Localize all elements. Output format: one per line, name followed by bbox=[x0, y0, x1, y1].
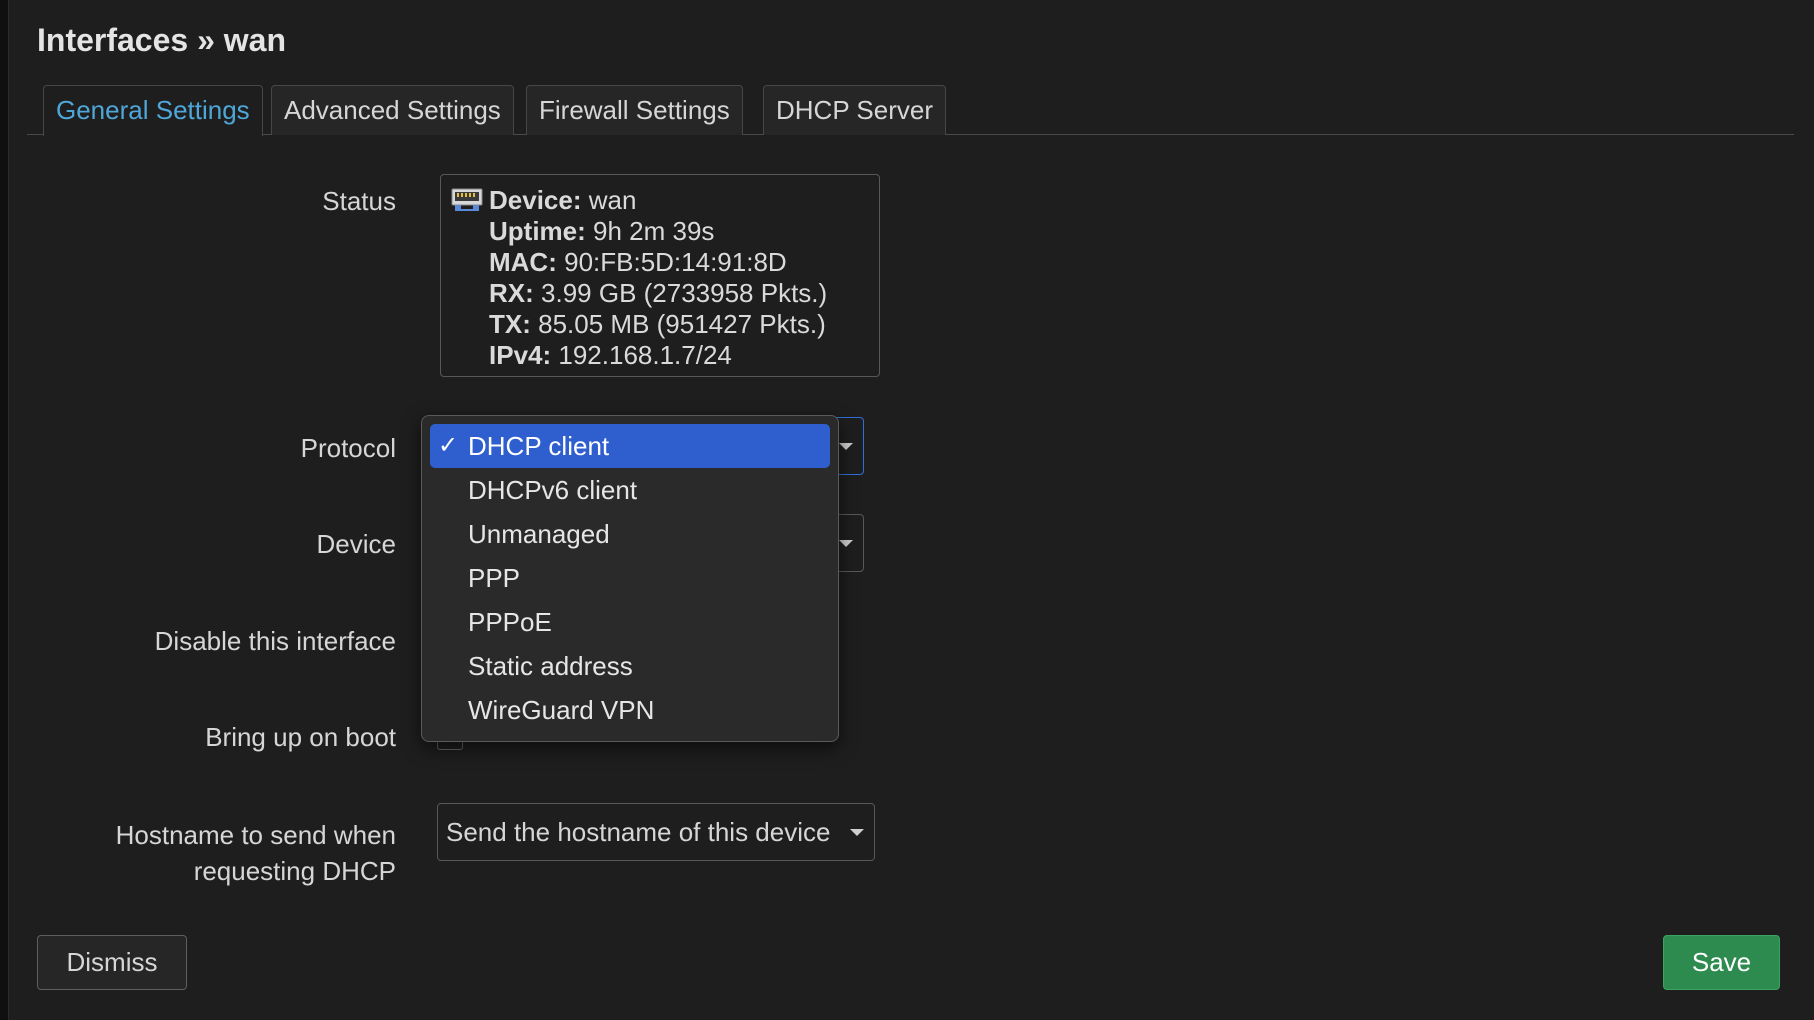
save-button[interactable]: Save bbox=[1663, 935, 1780, 990]
dialog-title: Interfaces » wan bbox=[37, 22, 286, 58]
status-mac: MAC: 90:FB:5D:14:91:8D bbox=[489, 247, 787, 277]
tab-firewall-settings[interactable]: Firewall Settings bbox=[526, 85, 743, 135]
tab-general-settings[interactable]: General Settings bbox=[43, 85, 263, 136]
device-label: Device bbox=[316, 529, 396, 559]
interface-dialog: Interfaces » wan General Settings Advanc… bbox=[8, 0, 1814, 1020]
protocol-option-static-address[interactable]: Static address bbox=[430, 644, 830, 688]
protocol-option-dhcpv6-client[interactable]: DHCPv6 client bbox=[430, 468, 830, 512]
hostname-label: Hostname to send when requesting DHCP bbox=[115, 820, 396, 886]
status-rx: RX: 3.99 GB (2733958 Pkts.) bbox=[489, 278, 828, 308]
chevron-down-icon bbox=[839, 540, 853, 547]
dismiss-button[interactable]: Dismiss bbox=[37, 935, 187, 990]
ethernet-port-icon bbox=[451, 188, 483, 211]
bring-up-on-boot-label: Bring up on boot bbox=[205, 722, 396, 752]
status-label: Status bbox=[322, 186, 396, 216]
status-tx: TX: 85.05 MB (951427 Pkts.) bbox=[489, 309, 826, 339]
chevron-down-icon bbox=[839, 443, 853, 450]
protocol-option-ppp[interactable]: PPP bbox=[430, 556, 830, 600]
protocol-option-pppoe[interactable]: PPPoE bbox=[430, 600, 830, 644]
protocol-option-wireguard-vpn[interactable]: WireGuard VPN bbox=[430, 688, 830, 732]
protocol-option-unmanaged[interactable]: Unmanaged bbox=[430, 512, 830, 556]
protocol-label: Protocol bbox=[300, 433, 396, 463]
hostname-select-value: Send the hostname of this device bbox=[446, 817, 831, 847]
checkmark-icon: ✓ bbox=[438, 432, 459, 459]
chevron-down-icon bbox=[850, 829, 864, 836]
disable-interface-label: Disable this interface bbox=[154, 626, 396, 656]
status-device: Device: wan bbox=[489, 185, 637, 215]
protocol-dropdown-menu: ✓ DHCP client DHCPv6 client Unmanaged PP… bbox=[421, 415, 839, 742]
tab-bar: General Settings Advanced Settings Firew… bbox=[27, 85, 1794, 136]
status-ipv4: IPv4: 192.168.1.7/24 bbox=[489, 340, 732, 370]
status-uptime: Uptime: 9h 2m 39s bbox=[489, 216, 715, 246]
protocol-option-dhcp-client[interactable]: ✓ DHCP client bbox=[430, 424, 830, 468]
tab-advanced-settings[interactable]: Advanced Settings bbox=[271, 85, 514, 135]
tab-dhcp-server[interactable]: DHCP Server bbox=[763, 85, 947, 135]
status-panel: Device: wan Uptime: 9h 2m 39s MAC: 90:FB… bbox=[440, 174, 880, 377]
hostname-select[interactable]: Send the hostname of this device bbox=[437, 803, 875, 861]
